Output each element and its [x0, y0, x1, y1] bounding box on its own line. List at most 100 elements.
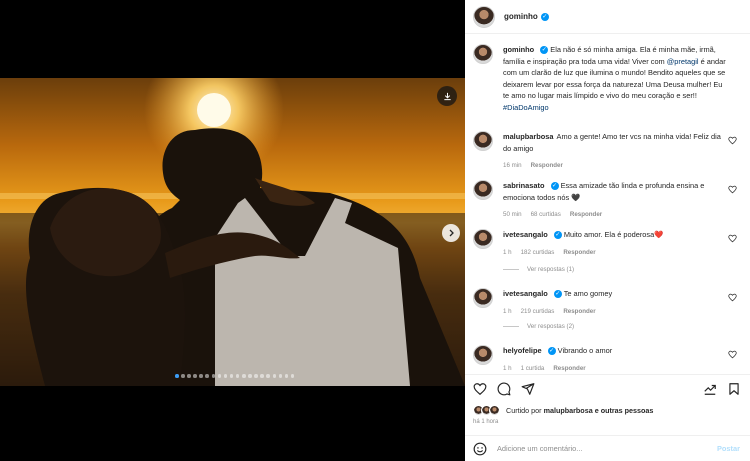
heart-icon[interactable]: [728, 234, 737, 243]
emoji-icon[interactable]: [473, 442, 487, 456]
heart-icon[interactable]: [728, 350, 737, 359]
carousel-dot: [254, 374, 258, 378]
carousel-dot: [187, 374, 191, 378]
verified-icon: ✓: [553, 290, 562, 299]
liked-by-avatars[interactable]: [473, 405, 500, 416]
reply-button[interactable]: Responder: [563, 306, 595, 318]
avatar[interactable]: [473, 44, 493, 64]
comment-username[interactable]: sabrinasato: [503, 181, 545, 190]
carousel-dot: [175, 374, 179, 378]
comment-time[interactable]: 50 min: [503, 209, 522, 221]
post-photo[interactable]: [0, 78, 465, 386]
carousel-dot: [217, 374, 222, 378]
liked-by: Curtido por malupbarbosa e outras pessoa…: [473, 405, 653, 416]
heart-icon[interactable]: [728, 185, 737, 194]
avatar[interactable]: [473, 288, 493, 308]
avatar[interactable]: [473, 180, 493, 200]
comment-text: Vibrando o amor: [557, 346, 613, 355]
verified-icon: ✓: [553, 231, 562, 240]
comment-icon: [497, 382, 511, 395]
post-username[interactable]: gominho: [504, 12, 538, 21]
post-actions-bar: [465, 374, 750, 402]
carousel-dot: [248, 374, 252, 378]
reply-button[interactable]: Responder: [531, 160, 563, 172]
avatar[interactable]: [473, 345, 493, 365]
like-button[interactable]: [473, 382, 487, 396]
view-replies-label[interactable]: Ver respostas (1): [527, 266, 574, 273]
comments-list[interactable]: gominho ✓ Ela não é só minha amiga. Ela é…: [465, 34, 750, 372]
avatar: [489, 405, 500, 416]
liked-by-others[interactable]: e outras pessoas: [595, 406, 654, 415]
comment-time[interactable]: 1 h: [503, 247, 512, 259]
post-header: gominho ✓: [465, 0, 750, 34]
comment-text: Te amo gomey: [563, 289, 613, 298]
comment-username[interactable]: ivetesangalo: [503, 289, 548, 298]
view-replies-button[interactable]: Ver respostas (2): [503, 323, 574, 330]
caption-username[interactable]: gominho: [503, 45, 534, 54]
comment-button[interactable]: [497, 382, 511, 396]
carousel-dot: [193, 374, 197, 378]
comment-time[interactable]: 1 h: [503, 306, 512, 318]
avatar[interactable]: [473, 131, 493, 151]
chevron-right-icon: [449, 229, 454, 237]
verified-icon: ✓: [547, 347, 556, 356]
carousel-dot: [278, 374, 283, 378]
view-replies-button[interactable]: Ver respostas (1): [503, 266, 574, 273]
heart-icon: [473, 382, 487, 395]
comment-username[interactable]: ivetesangalo: [503, 230, 548, 239]
carousel-dot: [223, 374, 228, 378]
share-button[interactable]: [521, 382, 535, 396]
avatar[interactable]: [473, 229, 493, 249]
insights-button[interactable]: [703, 382, 717, 396]
next-slide-button[interactable]: [442, 224, 460, 242]
photo-silhouettes: [0, 78, 465, 386]
carousel-dot: [284, 374, 289, 378]
reply-button[interactable]: Responder: [563, 247, 595, 259]
reply-button[interactable]: Responder: [553, 363, 585, 373]
comment-username[interactable]: malupbarbosa: [503, 132, 554, 141]
save-button[interactable]: [727, 382, 741, 396]
add-comment-bar: Postar: [465, 435, 750, 461]
carousel-dot: [205, 374, 209, 378]
comment-input[interactable]: [497, 444, 697, 453]
post-comment-button[interactable]: Postar: [717, 444, 740, 453]
divider: [503, 269, 519, 270]
media-viewer: [0, 0, 465, 461]
download-icon[interactable]: [437, 86, 457, 106]
caption-text: gominho ✓ Ela não é só minha amiga. Ela é…: [503, 44, 728, 113]
comment-likes[interactable]: 1 curtida: [521, 363, 545, 373]
carousel-dot: [272, 374, 276, 378]
carousel-dot: [199, 374, 203, 378]
comment-username[interactable]: helyofelipe: [503, 346, 542, 355]
carousel-indicator: [175, 374, 295, 378]
comment-likes[interactable]: 182 curtidas: [521, 247, 555, 259]
stats-icon: [704, 384, 716, 395]
carousel-dot: [235, 374, 240, 378]
hashtag-link[interactable]: #DiaDoAmigo: [503, 103, 549, 112]
comment-text: Muito amor. Ela é poderosa❤️: [563, 230, 664, 239]
mention-link[interactable]: @pretagil: [667, 57, 699, 66]
carousel-dot: [229, 374, 234, 378]
carousel-dot: [181, 374, 185, 378]
bookmark-icon: [729, 382, 739, 395]
reply-button[interactable]: Responder: [570, 209, 602, 221]
liked-by-prefix: Curtido por: [506, 406, 542, 415]
carousel-dot: [242, 374, 246, 378]
carousel-dot: [290, 374, 295, 378]
liked-by-user[interactable]: malupbarbosa: [544, 406, 593, 415]
post-time[interactable]: há 1 hora: [473, 419, 498, 425]
comment-likes[interactable]: 68 curtidas: [531, 209, 561, 221]
post-details-panel: gominho ✓ gominho ✓ Ela não é só minha am…: [465, 0, 750, 461]
comment-time[interactable]: 16 min: [503, 160, 522, 172]
view-replies-label[interactable]: Ver respostas (2): [527, 323, 574, 330]
avatar[interactable]: [473, 5, 495, 28]
comment-likes[interactable]: 219 curtidas: [521, 306, 555, 318]
heart-icon[interactable]: [728, 136, 737, 145]
divider: [503, 326, 519, 327]
share-icon: [521, 382, 535, 395]
carousel-dot: [260, 374, 264, 378]
heart-icon[interactable]: [728, 293, 737, 302]
verified-icon: ✓: [540, 12, 549, 21]
carousel-dot: [211, 374, 216, 378]
comment-time[interactable]: 1 h: [503, 363, 512, 373]
